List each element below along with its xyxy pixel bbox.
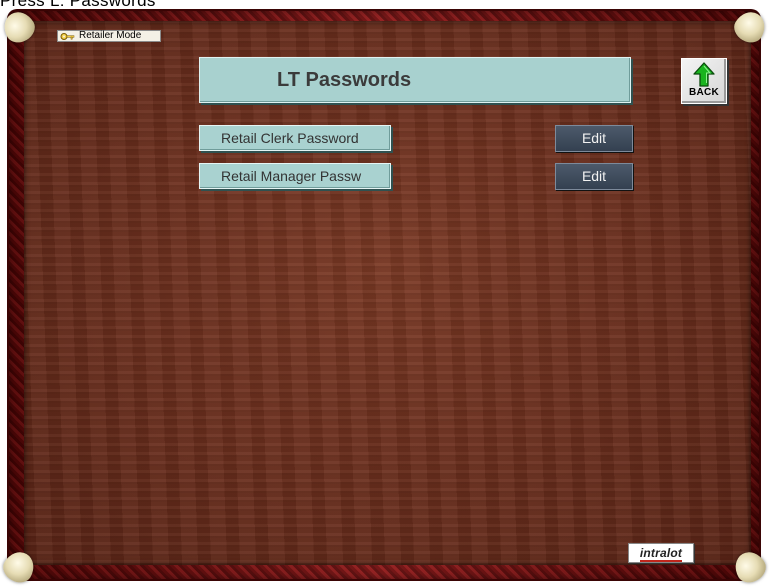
intralot-logo: intralot <box>628 543 694 563</box>
page-title: LT Passwords <box>199 57 631 103</box>
retailer-mode-label: Retailer Mode <box>79 30 142 41</box>
back-label: BACK <box>688 87 720 98</box>
edit-clerk-password-button[interactable]: Edit <box>555 125 633 152</box>
back-button[interactable]: BACK <box>681 58 727 104</box>
retail-manager-password-label: Retail Manager Passw <box>199 163 391 189</box>
window-caption: Press L: Passwords <box>0 0 156 10</box>
retail-clerk-password-label: Retail Clerk Password <box>199 125 391 151</box>
brand-name: intralot <box>639 546 683 562</box>
green-up-arrow-icon <box>693 62 715 87</box>
key-icon <box>60 32 75 40</box>
edit-manager-password-button[interactable]: Edit <box>555 163 633 190</box>
retailer-mode-badge: Retailer Mode <box>57 30 161 42</box>
